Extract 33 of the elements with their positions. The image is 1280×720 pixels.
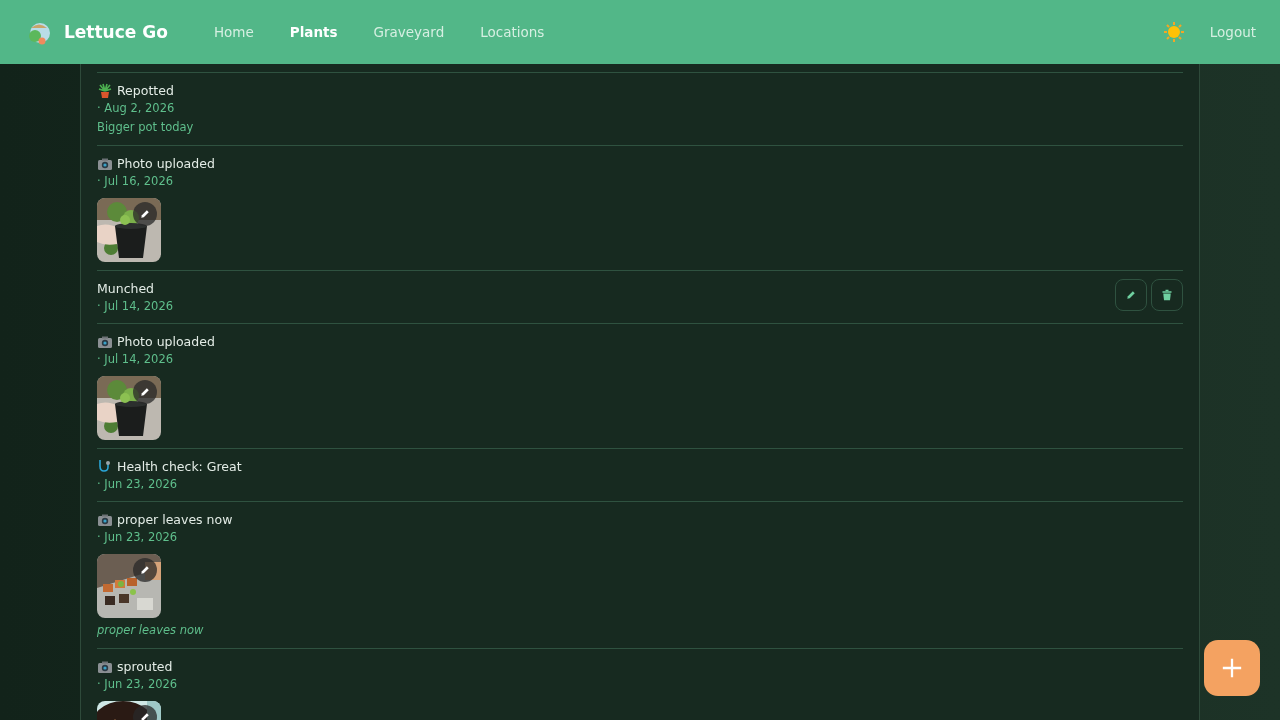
pencil-icon bbox=[140, 387, 150, 397]
event-title: Photo uploaded bbox=[117, 333, 215, 351]
app-name: Lettuce Go bbox=[64, 22, 168, 42]
nav-link[interactable]: Graveyard bbox=[363, 18, 455, 46]
event-title: Repotted bbox=[117, 82, 174, 100]
nav-link[interactable]: Locations bbox=[470, 18, 555, 46]
potted-plant-icon bbox=[97, 82, 113, 99]
pencil-icon bbox=[140, 209, 150, 219]
event-note: Bigger pot today bbox=[97, 119, 195, 136]
pencil-icon bbox=[1126, 290, 1136, 300]
event-title: proper leaves now bbox=[117, 511, 233, 529]
logout-link[interactable]: Logout bbox=[1209, 24, 1256, 40]
event-title: Munched bbox=[97, 280, 155, 298]
photo-caption: proper leaves now bbox=[97, 622, 205, 639]
event-date: · Jun 23, 2026 bbox=[97, 529, 179, 546]
add-button[interactable] bbox=[1204, 640, 1260, 696]
event-date: · Jul 16, 2026 bbox=[97, 173, 175, 190]
nav-link[interactable]: Home bbox=[203, 18, 264, 46]
pencil-icon bbox=[140, 712, 150, 720]
event-date: · Aug 2, 2026 bbox=[97, 100, 176, 117]
delete-button[interactable] bbox=[1151, 279, 1183, 311]
event-date: · Jun 23, 2026 bbox=[97, 676, 179, 693]
pencil-icon bbox=[140, 565, 150, 575]
event-title: sprouted bbox=[117, 658, 173, 676]
nav-link[interactable]: Plants bbox=[279, 18, 348, 46]
event-title: Health check: Great bbox=[117, 458, 242, 476]
stethoscope-icon bbox=[97, 458, 113, 475]
plus-icon bbox=[1221, 657, 1243, 679]
trash-icon bbox=[1161, 289, 1173, 301]
event-title: Photo uploaded bbox=[117, 155, 215, 173]
event-date: · Jul 14, 2026 bbox=[97, 298, 175, 315]
event-date: · Jul 14, 2026 bbox=[97, 351, 175, 368]
event-date: · Jun 23, 2026 bbox=[97, 476, 179, 493]
